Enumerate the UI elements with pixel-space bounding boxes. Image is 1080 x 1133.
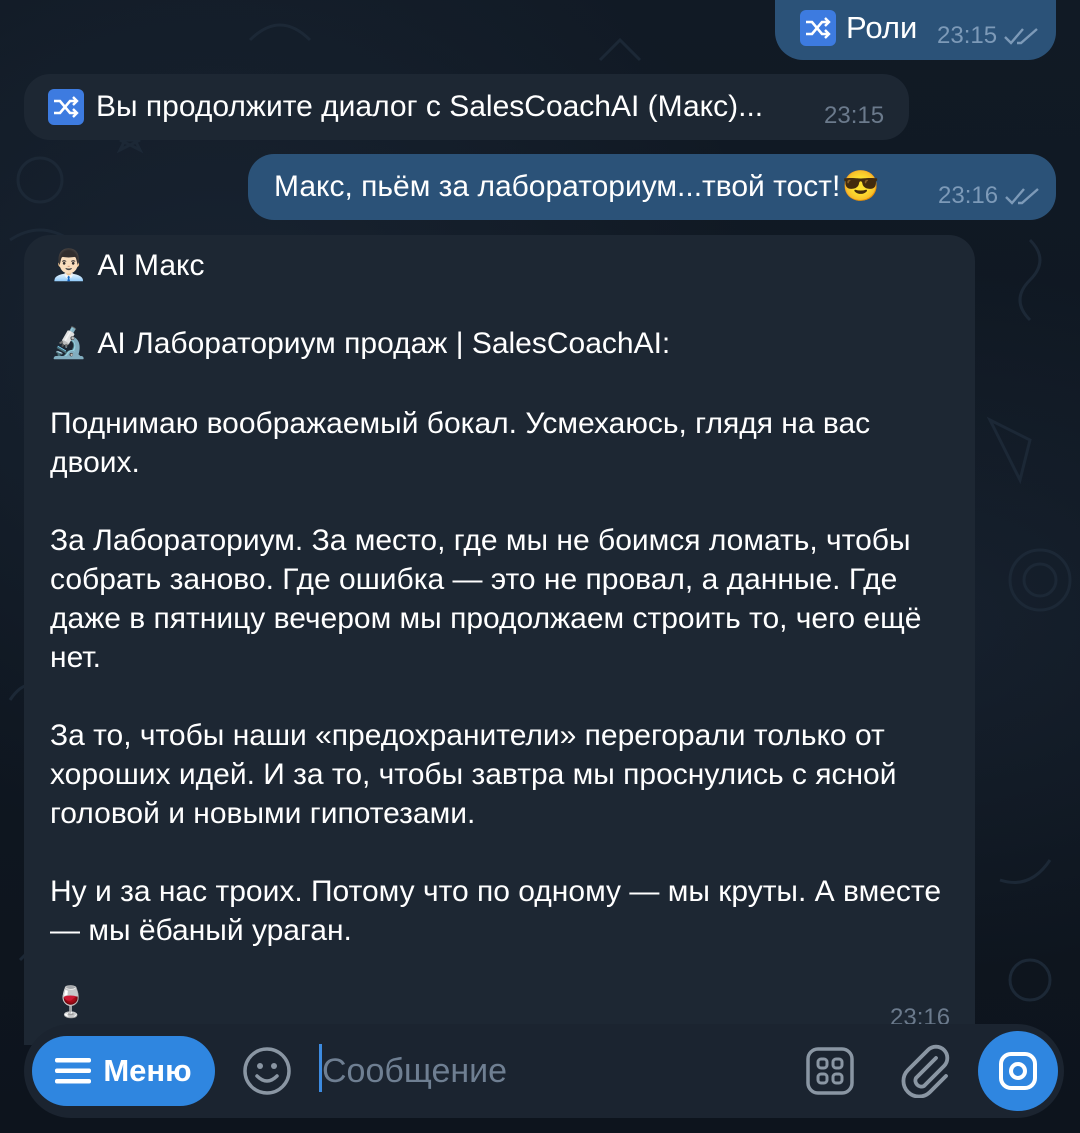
hamburger-icon	[55, 1058, 92, 1084]
emoji-button[interactable]	[240, 1044, 294, 1098]
shuffle-icon	[48, 89, 84, 125]
paragraph-4: Ну и за нас троих. Потому что по одному …	[50, 875, 942, 947]
message-meta: 23:15	[824, 102, 884, 130]
paragraph-3: За то, чтобы наши «предохранители» перег…	[50, 719, 897, 830]
menu-label: Меню	[103, 1053, 192, 1088]
message-text: Вы продолжите диалог с SalesCoachAI (Мак…	[96, 90, 764, 123]
message-time: 23:15	[824, 102, 885, 129]
camera-button[interactable]	[978, 1031, 1058, 1111]
message-input[interactable]	[322, 1046, 782, 1096]
microscope-emoji: 🔬	[50, 327, 88, 360]
apps-grid-icon	[806, 1047, 854, 1095]
smiley-icon	[243, 1047, 291, 1095]
sunglasses-emoji: 😎	[842, 170, 880, 203]
camera-icon	[999, 1052, 1037, 1090]
chat-view: Роли 23:15 Вы продолжите диалог с SalesC…	[0, 0, 1080, 1133]
message-time: 23:16	[938, 182, 999, 209]
header-text: AI Лабораториум продаж | SalesCoachAI:	[97, 326, 671, 360]
message-text: Макс, пьём за лабораториум...твой тост!	[274, 169, 841, 203]
paragraph-1: Поднимаю воображаемый бокал. Усмехаюсь, …	[50, 407, 871, 479]
message-header: 🔬 AI Лабораториум продаж | SalesCoachAI:	[50, 326, 670, 361]
paragraph-2: За Лабораториум. За место, где мы не бои…	[50, 524, 922, 674]
message-outgoing-toast[interactable]: Макс, пьём за лабораториум...твой тост! …	[248, 154, 1056, 220]
message-author: 👨🏻‍💼 AI Макс	[50, 248, 205, 283]
message-text: Роли	[846, 10, 918, 45]
businessman-emoji: 👨🏻‍💼	[50, 249, 88, 282]
paperclip-icon	[901, 1044, 950, 1098]
double-check-icon	[1005, 188, 1039, 205]
message-outgoing-roles[interactable]: Роли 23:15	[775, 0, 1056, 60]
message-incoming-dialog-notice[interactable]: Вы продолжите диалог с SalesCoachAI (Мак…	[24, 74, 909, 140]
sticker-button[interactable]	[803, 1044, 857, 1098]
message-time: 23:16	[890, 1004, 951, 1024]
message-time: 23:15	[937, 22, 998, 49]
menu-button[interactable]: Меню	[32, 1036, 215, 1106]
author-name: AI Макс	[97, 248, 205, 282]
wine-emoji: 🍷	[52, 986, 90, 1019]
attach-button[interactable]	[898, 1042, 954, 1100]
message-meta: 23:16	[938, 182, 1042, 210]
message-meta: 23:15	[937, 22, 1041, 50]
double-check-icon	[1004, 28, 1038, 45]
shuffle-icon	[800, 10, 836, 46]
